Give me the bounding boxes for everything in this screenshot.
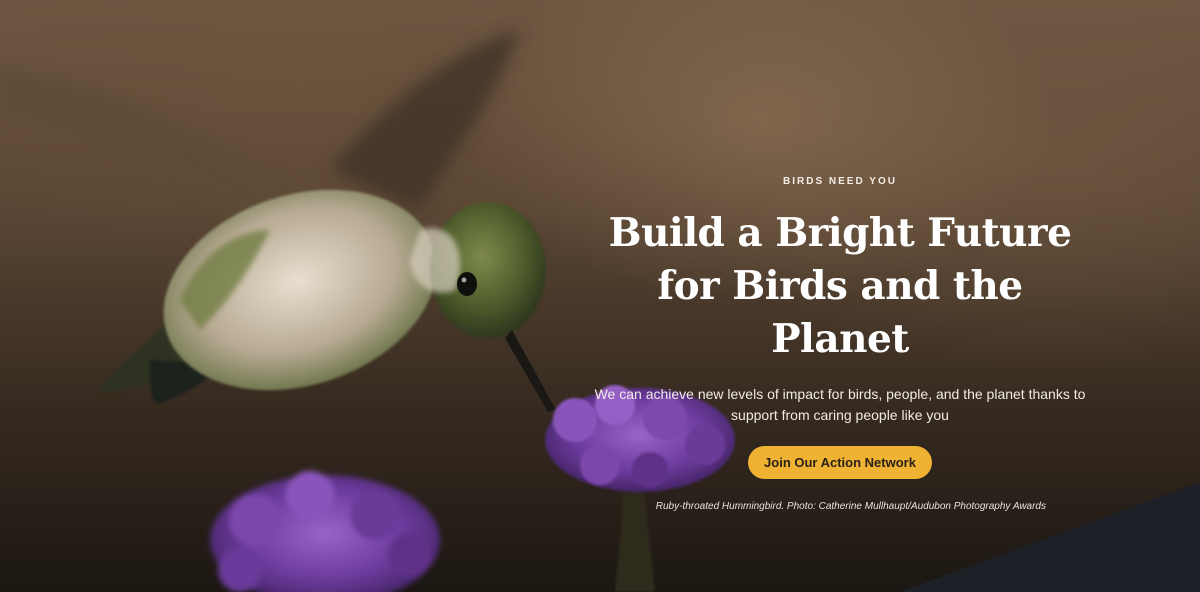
join-action-network-button[interactable]: Join Our Action Network [748, 446, 932, 479]
hero-eyebrow: BIRDS NEED YOU [783, 176, 897, 187]
hero-content: BIRDS NEED YOU Build a Bright Future for… [590, 176, 1090, 512]
hero-description: We can achieve new levels of impact for … [594, 386, 1086, 423]
hero-title: Build a Bright Future for Birds and the … [608, 210, 1072, 362]
hero-section: BIRDS NEED YOU Build a Bright Future for… [0, 0, 1200, 592]
photo-caption: Ruby-throated Hummingbird. Photo: Cather… [655, 501, 1046, 512]
